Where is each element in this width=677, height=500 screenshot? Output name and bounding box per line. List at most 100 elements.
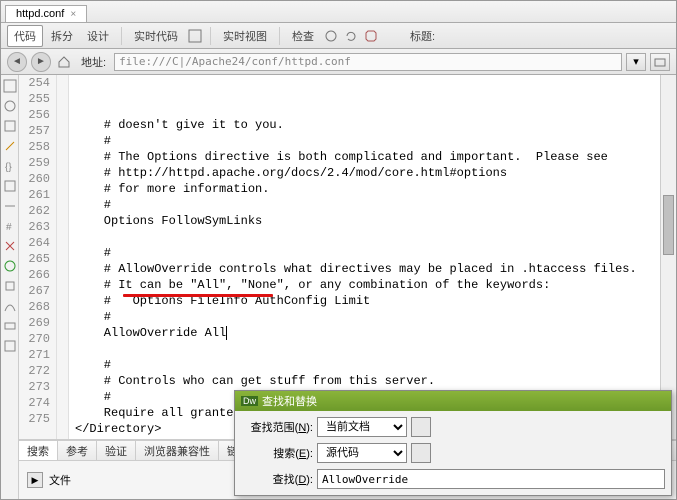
close-icon[interactable]: ×: [70, 9, 76, 20]
file-tab-httpd[interactable]: httpd.conf ×: [5, 5, 87, 22]
line-number: 274: [19, 395, 50, 411]
tool-icon[interactable]: [3, 119, 17, 133]
tool-icon[interactable]: [3, 319, 17, 333]
code-editor[interactable]: 2542552562572582592602612622632642652662…: [19, 75, 676, 439]
line-number: 271: [19, 347, 50, 363]
left-tool-rail: {} #: [1, 75, 19, 499]
tool-icon[interactable]: [3, 79, 17, 93]
fold-gutter[interactable]: [57, 75, 69, 439]
line-number: 262: [19, 203, 50, 219]
find-input[interactable]: [317, 469, 665, 489]
separator: [279, 27, 280, 45]
line-number: 256: [19, 107, 50, 123]
tool-icon[interactable]: [3, 139, 17, 153]
line-number: 273: [19, 379, 50, 395]
code-line[interactable]: # for more information.: [75, 181, 660, 197]
results-tab[interactable]: 验证: [97, 441, 136, 460]
line-number: 272: [19, 363, 50, 379]
tool-icon[interactable]: #: [3, 219, 17, 233]
address-dropdown-button[interactable]: ▾: [626, 53, 646, 71]
svg-text:#: #: [6, 222, 12, 233]
code-line[interactable]: # AllowOverride controls what directives…: [75, 261, 660, 277]
text-cursor: [226, 326, 227, 340]
stop-icon[interactable]: [362, 27, 380, 45]
code-line[interactable]: # http://httpd.apache.org/docs/2.4/mod/c…: [75, 165, 660, 181]
code-line[interactable]: #: [75, 309, 660, 325]
find-replace-dialog[interactable]: Dw 查找和替换 查找范围(N): 当前文档 搜索(E): 源代码 查找(D):: [234, 390, 672, 496]
code-line[interactable]: [75, 341, 660, 357]
address-toolbar: ◄ ► 地址: ▾: [1, 49, 676, 75]
separator: [210, 27, 211, 45]
tool-icon[interactable]: [3, 299, 17, 313]
code-line[interactable]: # Controls who can get stuff from this s…: [75, 373, 660, 389]
code-line[interactable]: # It can be "All", "None", or any combin…: [75, 277, 660, 293]
line-number-gutter: 2542552562572582592602612622632642652662…: [19, 75, 57, 439]
dialog-titlebar[interactable]: Dw 查找和替换: [235, 391, 671, 411]
title-label: 标题:: [404, 26, 441, 46]
live-code-icon[interactable]: [186, 27, 204, 45]
home-icon[interactable]: [55, 53, 73, 71]
scroll-thumb[interactable]: [663, 195, 674, 255]
code-line[interactable]: AllowOverride All: [75, 325, 660, 341]
code-line[interactable]: #: [75, 245, 660, 261]
tab-design[interactable]: 设计: [81, 26, 115, 46]
line-number: 268: [19, 299, 50, 315]
code-line[interactable]: [75, 229, 660, 245]
code-line[interactable]: Options FollowSymLinks: [75, 213, 660, 229]
address-label: 地址:: [81, 54, 106, 70]
tool-icon[interactable]: {}: [3, 159, 17, 173]
tool-icon[interactable]: [3, 179, 17, 193]
tab-split[interactable]: 拆分: [45, 26, 79, 46]
code-line[interactable]: #: [75, 133, 660, 149]
tool-icon[interactable]: [3, 279, 17, 293]
line-number: 263: [19, 219, 50, 235]
line-number: 260: [19, 171, 50, 187]
run-button[interactable]: ▶: [27, 472, 43, 488]
tool-icon[interactable]: [3, 239, 17, 253]
line-number: 264: [19, 235, 50, 251]
results-tab[interactable]: 参考: [58, 441, 97, 460]
tool-icon[interactable]: [3, 259, 17, 273]
code-line[interactable]: # The Options directive is both complica…: [75, 149, 660, 165]
line-number: 275: [19, 411, 50, 427]
view-toolbar: 代码 拆分 设计 实时代码 实时视图 检查 标题:: [1, 23, 676, 49]
forward-button[interactable]: ►: [31, 52, 51, 72]
file-tab-bar: httpd.conf ×: [1, 1, 676, 23]
vertical-scrollbar[interactable]: [660, 75, 676, 439]
back-button[interactable]: ◄: [7, 52, 27, 72]
search-label: 搜索(E):: [241, 445, 313, 461]
line-number: 265: [19, 251, 50, 267]
file-tab-label: httpd.conf: [16, 8, 64, 20]
highlight-underline: [123, 294, 273, 297]
tab-live-code[interactable]: 实时代码: [128, 26, 184, 46]
scope-browse-button[interactable]: [411, 417, 431, 437]
globe-icon[interactable]: [322, 27, 340, 45]
tool-icon[interactable]: [3, 199, 17, 213]
line-number: 266: [19, 267, 50, 283]
search-opt-button[interactable]: [411, 443, 431, 463]
address-input[interactable]: [114, 53, 622, 71]
tool-icon[interactable]: [3, 339, 17, 353]
code-area[interactable]: # doesn't give it to you. # # The Option…: [69, 75, 660, 439]
search-type-select[interactable]: 源代码: [317, 443, 407, 463]
line-number: 258: [19, 139, 50, 155]
results-tab[interactable]: 浏览器兼容性: [136, 441, 219, 460]
browse-button[interactable]: [650, 53, 670, 71]
tab-inspect[interactable]: 检查: [286, 26, 320, 46]
line-number: 257: [19, 123, 50, 139]
file-label: 文件: [49, 472, 71, 488]
line-number: 255: [19, 91, 50, 107]
separator: [121, 27, 122, 45]
code-line[interactable]: #: [75, 357, 660, 373]
results-tab[interactable]: 搜索: [19, 441, 58, 460]
refresh-icon[interactable]: [342, 27, 360, 45]
svg-text:{}: {}: [5, 162, 12, 173]
tab-live-view[interactable]: 实时视图: [217, 26, 273, 46]
code-line[interactable]: # doesn't give it to you.: [75, 117, 660, 133]
code-line[interactable]: #: [75, 197, 660, 213]
line-number: 269: [19, 315, 50, 331]
tool-icon[interactable]: [3, 99, 17, 113]
scope-select[interactable]: 当前文档: [317, 417, 407, 437]
dialog-title: 查找和替换: [262, 393, 317, 409]
tab-code[interactable]: 代码: [7, 25, 43, 47]
